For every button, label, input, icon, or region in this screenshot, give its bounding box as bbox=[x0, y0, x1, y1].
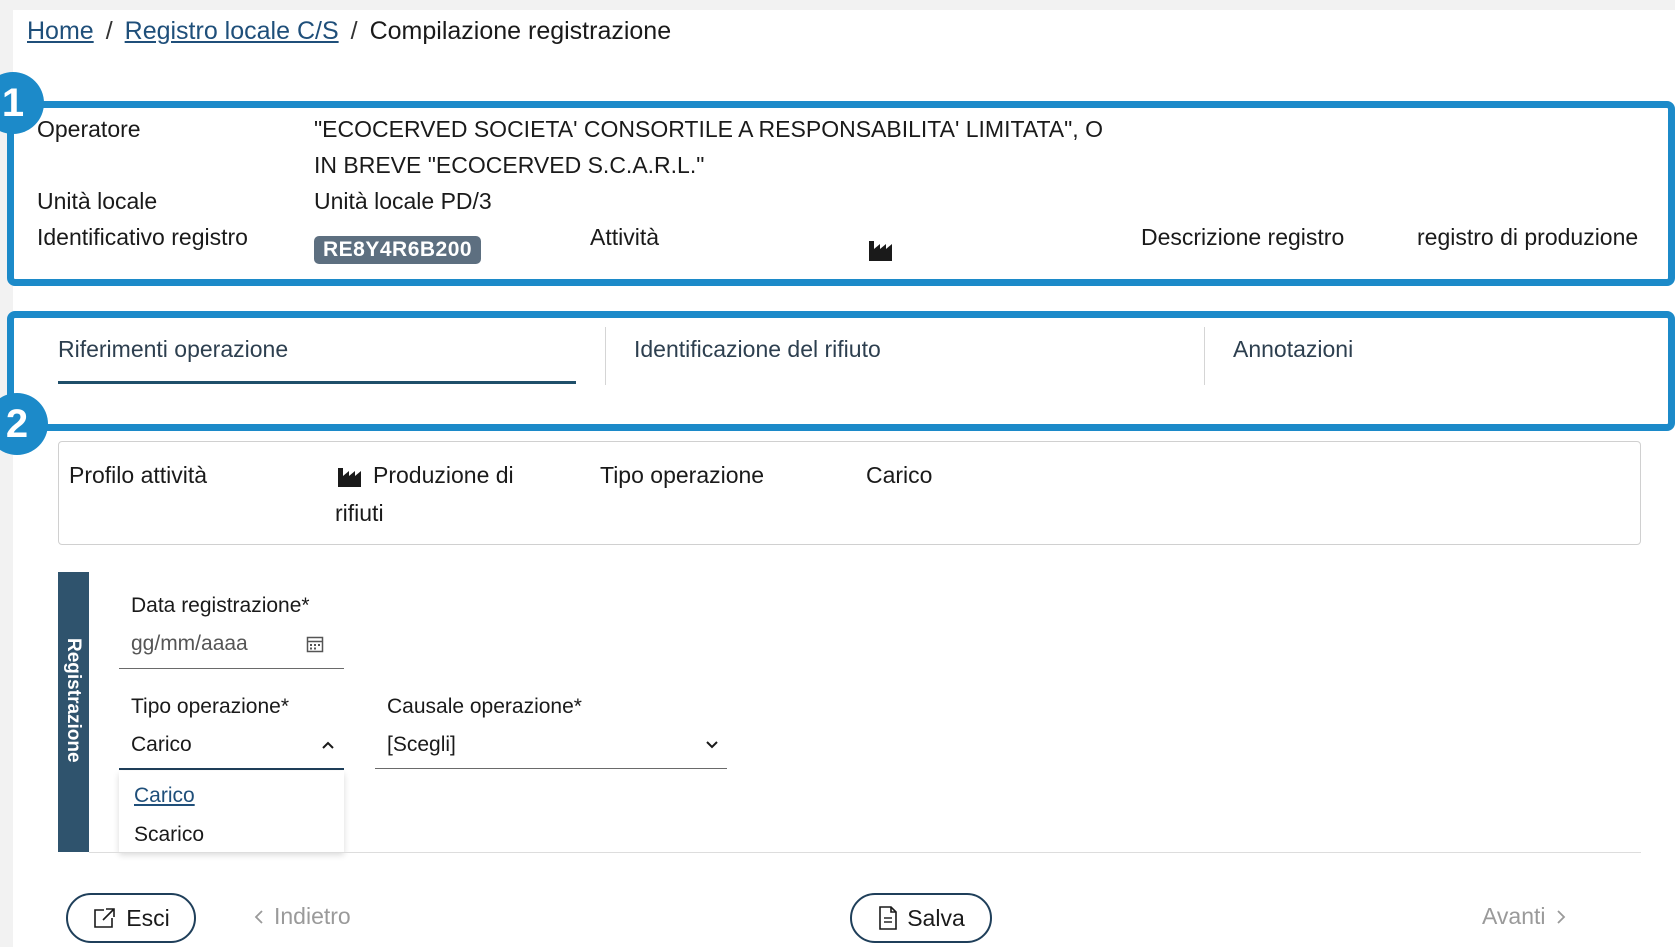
registrazione-section-bar: Registrazione bbox=[58, 572, 89, 852]
profile-card: Profilo attività Produzione di rifiuti T… bbox=[58, 441, 1641, 545]
salva-button[interactable]: Salva bbox=[850, 893, 992, 943]
esci-label: Esci bbox=[126, 904, 170, 931]
section-divider bbox=[89, 852, 1641, 853]
causale-operazione-underline bbox=[375, 768, 727, 769]
profilo-value-line1: Produzione di bbox=[373, 462, 514, 488]
tipo-operazione-dropdown: Carico Scarico bbox=[119, 771, 344, 852]
registrazione-section-title: Registrazione bbox=[63, 637, 84, 763]
data-registrazione-underline bbox=[119, 668, 344, 669]
tipo-operazione-label: Tipo operazione bbox=[600, 462, 765, 488]
avanti-label: Avanti bbox=[1482, 903, 1546, 929]
dropdown-option-carico[interactable]: Carico bbox=[134, 784, 195, 808]
factory-icon bbox=[338, 468, 361, 487]
esci-button[interactable]: Esci bbox=[66, 893, 196, 943]
data-registrazione-label: Data registrazione* bbox=[131, 594, 310, 617]
breadcrumb-home-link[interactable]: Home bbox=[27, 17, 94, 45]
chevron-down-icon[interactable] bbox=[705, 740, 719, 750]
calendar-icon[interactable] bbox=[306, 635, 324, 653]
tipo-operazione-field-label: Tipo operazione* bbox=[131, 695, 289, 718]
profilo-value-line2: rifiuti bbox=[335, 500, 384, 526]
causale-operazione-label: Causale operazione* bbox=[387, 695, 582, 718]
indietro-button[interactable]: Indietro bbox=[254, 903, 351, 930]
breadcrumb: Home / Registro locale C/S / Compilazione re… bbox=[27, 17, 671, 46]
tipo-operazione-value: Carico bbox=[866, 462, 933, 488]
callout-box-1 bbox=[7, 101, 1675, 286]
chevron-right-icon bbox=[1556, 909, 1565, 924]
tipo-operazione-underline bbox=[119, 768, 344, 770]
salva-label: Salva bbox=[907, 904, 965, 931]
chevron-left-icon bbox=[254, 909, 263, 924]
breadcrumb-separator: / bbox=[105, 17, 113, 45]
callout-box-2 bbox=[7, 311, 1675, 431]
external-link-icon bbox=[94, 908, 116, 928]
document-icon bbox=[879, 906, 898, 930]
indietro-label: Indietro bbox=[274, 903, 351, 929]
causale-operazione-select[interactable]: [Scegli] bbox=[387, 733, 456, 757]
tipo-operazione-select[interactable]: Carico bbox=[131, 733, 192, 757]
profilo-label: Profilo attività bbox=[69, 462, 208, 488]
chevron-up-icon[interactable] bbox=[321, 740, 335, 750]
breadcrumb-separator: / bbox=[350, 17, 358, 45]
breadcrumb-current: Compilazione registrazione bbox=[369, 17, 672, 45]
data-registrazione-input[interactable]: gg/mm/aaaa bbox=[131, 632, 248, 656]
avanti-button[interactable]: Avanti bbox=[1482, 903, 1566, 930]
dropdown-option-scarico[interactable]: Scarico bbox=[134, 823, 204, 847]
breadcrumb-registry-link[interactable]: Registro locale C/S bbox=[125, 17, 339, 45]
